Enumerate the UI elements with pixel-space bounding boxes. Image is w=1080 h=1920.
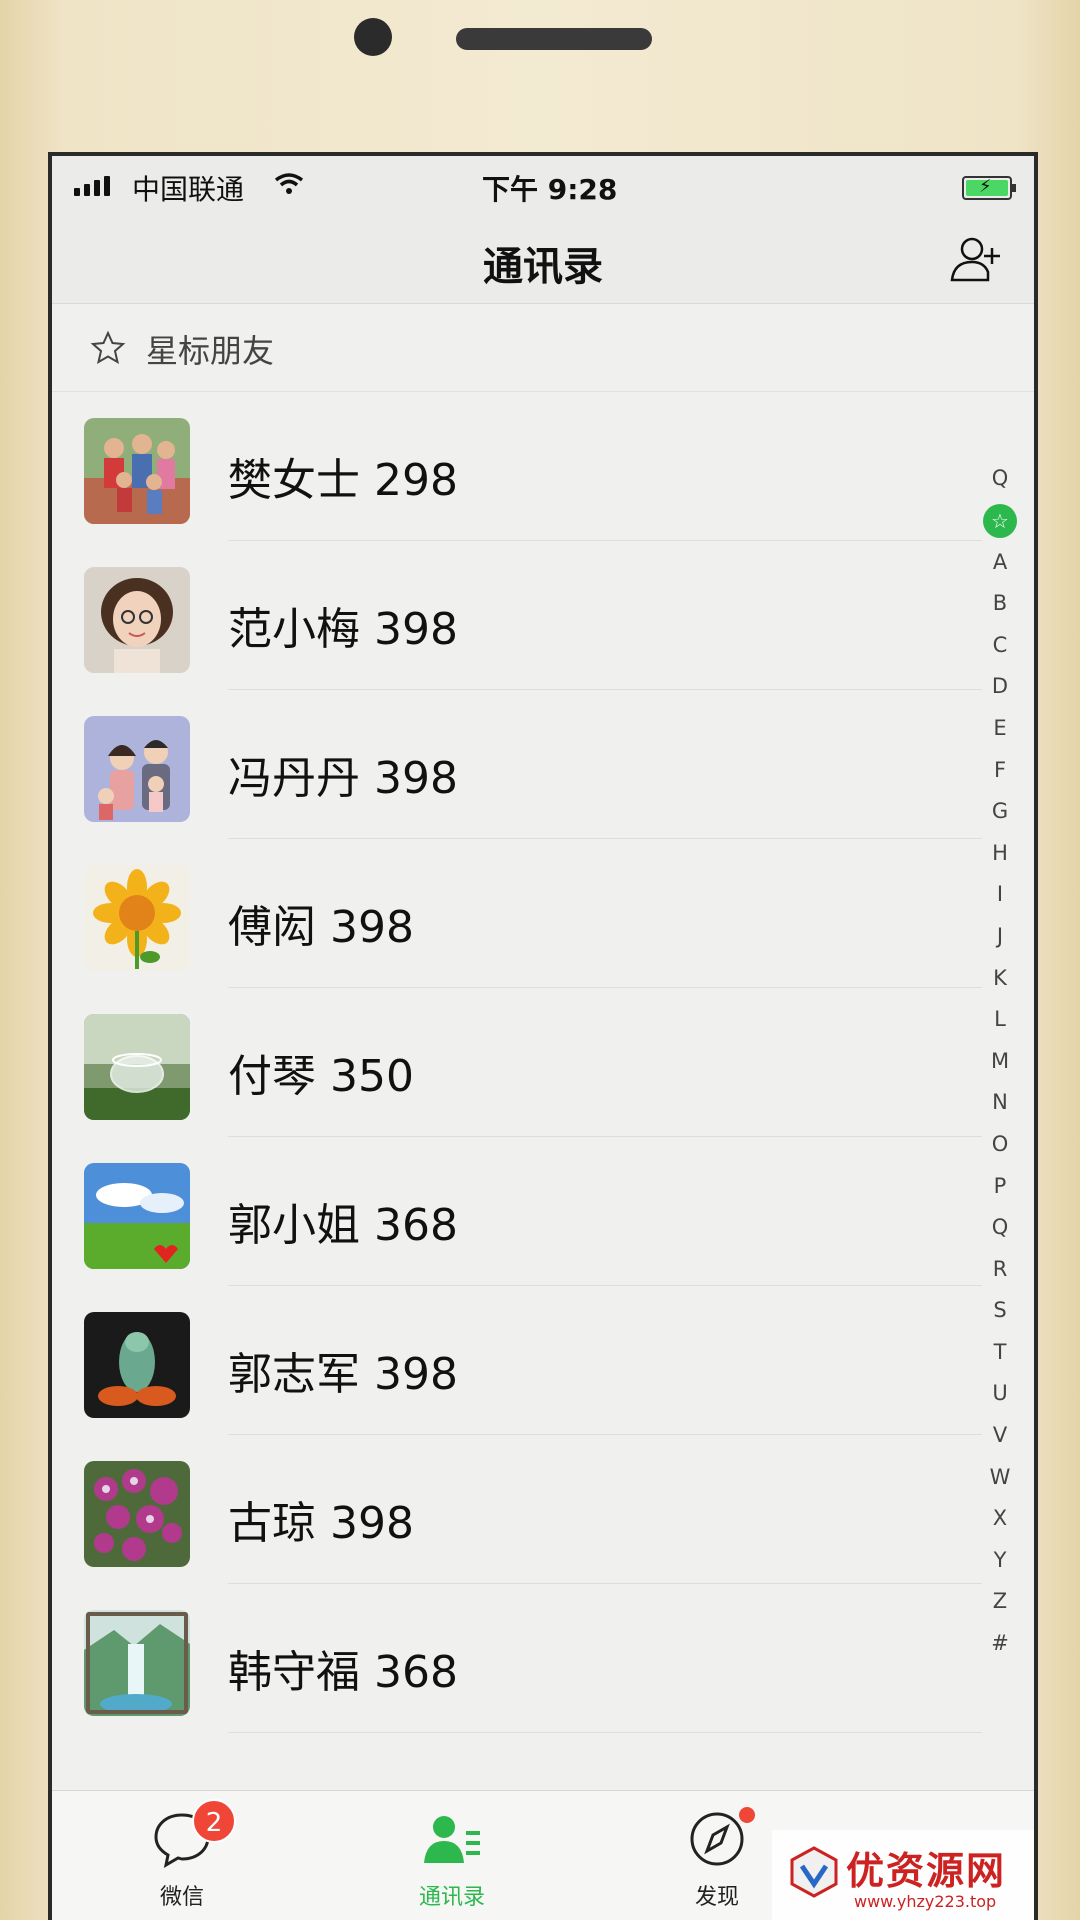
index-letter[interactable]: H	[992, 833, 1008, 875]
row-divider	[228, 1732, 982, 1733]
watermark-logo-icon	[790, 1846, 838, 1898]
contact-row[interactable]: 付琴 350	[52, 988, 982, 1137]
avatar	[84, 418, 190, 524]
index-letter[interactable]: D	[992, 666, 1008, 708]
nav-bar: 通讯录	[52, 212, 1034, 304]
avatar	[84, 1610, 190, 1716]
index-letter[interactable]: I	[997, 874, 1003, 916]
tab-discover[interactable]: 发现	[642, 1807, 792, 1911]
index-letter[interactable]: R	[993, 1249, 1008, 1291]
index-letter[interactable]: J	[997, 916, 1003, 958]
index-letter[interactable]: Z	[993, 1581, 1007, 1623]
avatar	[84, 716, 190, 822]
tab-chats[interactable]: 2 微信	[107, 1799, 257, 1911]
contact-name: 付琴 350	[228, 1051, 414, 1102]
avatar	[84, 865, 190, 971]
contact-name: 郭小姐 368	[228, 1200, 458, 1251]
alphabet-index[interactable]: Q ☆ A B C D E F G H I J K L M N O P Q R …	[980, 458, 1020, 1665]
contact-name: 古琼 398	[228, 1498, 414, 1549]
compass-icon	[690, 1812, 744, 1866]
index-letter[interactable]: A	[993, 542, 1007, 584]
watermark: 优资源网 www.yhzy223.top	[772, 1830, 1034, 1920]
new-dot	[739, 1807, 755, 1823]
contact-row[interactable]: 郭志军 398	[52, 1286, 982, 1435]
contacts-icon	[424, 1816, 480, 1863]
watermark-text: 优资源网	[846, 1849, 1007, 1893]
contact-name: 范小梅 398	[228, 604, 458, 655]
front-camera	[354, 18, 392, 56]
contact-name: 冯丹丹 398	[228, 753, 458, 804]
index-letter[interactable]: C	[993, 625, 1008, 667]
avatar	[84, 1014, 190, 1120]
index-letter[interactable]: K	[993, 958, 1007, 1000]
tab-contacts[interactable]: 通讯录	[377, 1809, 527, 1911]
add-friend-icon[interactable]	[948, 234, 1004, 284]
contact-list: 樊女士 298 范小梅 398 冯丹丹 398 傅闳 398 付琴 350 郭小…	[52, 392, 982, 1733]
index-letter[interactable]: M	[991, 1041, 1009, 1083]
index-letter[interactable]: O	[992, 1124, 1009, 1166]
contact-row[interactable]: 古琼 398	[52, 1435, 982, 1584]
status-bar: 中国联通 下午 9:28 ⚡	[52, 156, 1034, 212]
starred-friends-label: 星标朋友	[146, 332, 275, 370]
status-time: 下午 9:28	[482, 173, 618, 206]
contact-row[interactable]: 郭小姐 368	[52, 1137, 982, 1286]
avatar	[84, 1163, 190, 1269]
carrier-label: 中国联通	[132, 173, 245, 206]
contact-name: 韩守福 368	[228, 1647, 458, 1698]
wifi-icon	[274, 173, 304, 194]
index-letter[interactable]: N	[992, 1082, 1008, 1124]
tab-label: 微信	[159, 1885, 204, 1910]
index-letter[interactable]: W	[990, 1457, 1011, 1499]
avatar	[84, 567, 190, 673]
index-search[interactable]: Q	[992, 458, 1009, 500]
index-letter[interactable]: L	[994, 999, 1006, 1041]
index-letter[interactable]: X	[993, 1498, 1007, 1540]
tab-label: 通讯录	[418, 1885, 485, 1910]
contact-row[interactable]: 冯丹丹 398	[52, 690, 982, 839]
index-star-icon[interactable]: ☆	[983, 503, 1017, 538]
index-letter[interactable]: P	[994, 1166, 1007, 1208]
avatar	[84, 1312, 190, 1418]
index-letter[interactable]: Y	[994, 1540, 1007, 1582]
watermark-url: www.yhzy223.top	[854, 1892, 997, 1911]
index-letter[interactable]: E	[993, 708, 1006, 750]
signal-icon	[74, 176, 110, 196]
contact-name: 傅闳 398	[228, 902, 414, 953]
index-letter[interactable]: S	[993, 1290, 1006, 1332]
tab-label: 发现	[694, 1885, 739, 1910]
starred-friends-row[interactable]: 星标朋友	[52, 304, 1034, 392]
index-letter[interactable]: G	[992, 791, 1008, 833]
avatar	[84, 1461, 190, 1567]
index-letter[interactable]: T	[994, 1332, 1007, 1374]
contact-row[interactable]: 傅闳 398	[52, 839, 982, 988]
battery-icon: ⚡	[962, 176, 1016, 200]
earpiece-speaker	[456, 28, 652, 50]
index-letter[interactable]: Q	[992, 1207, 1009, 1249]
star-icon	[90, 330, 126, 365]
page-title: 通讯录	[483, 244, 603, 290]
contact-row[interactable]: 樊女士 298	[52, 392, 982, 541]
contact-row[interactable]: 范小梅 398	[52, 541, 982, 690]
contact-row[interactable]: 韩守福 368	[52, 1584, 982, 1733]
index-letter[interactable]: B	[993, 583, 1007, 625]
index-letter[interactable]: #	[991, 1623, 1009, 1665]
phone-screen: 中国联通 下午 9:28 ⚡ 通讯录 星标朋友 樊女士 298 范小梅 398 …	[48, 152, 1038, 1920]
unread-badge: 2	[192, 1799, 236, 1843]
contact-name: 樊女士 298	[228, 455, 458, 506]
index-letter[interactable]: V	[993, 1415, 1007, 1457]
index-letter[interactable]: U	[992, 1373, 1007, 1415]
contact-name: 郭志军 398	[228, 1349, 458, 1400]
index-letter[interactable]: F	[994, 750, 1006, 792]
